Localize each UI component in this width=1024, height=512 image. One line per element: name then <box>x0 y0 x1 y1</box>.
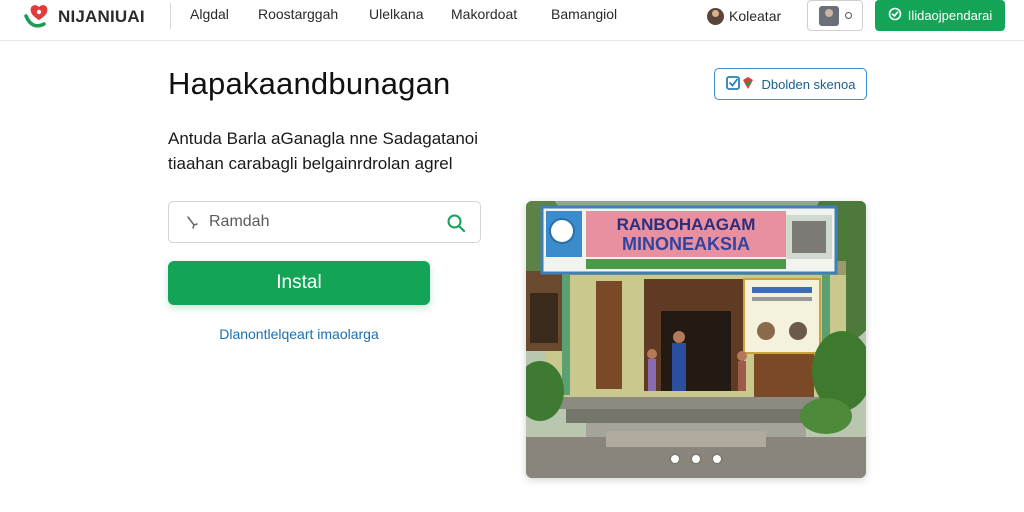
user-avatar <box>707 7 724 25</box>
nav-link-makordoat[interactable]: Makordoat <box>451 6 517 26</box>
install-button[interactable]: Instal <box>168 261 430 305</box>
brand-logo[interactable]: NIJANIUAI <box>22 4 145 30</box>
nav-link-ulelkana[interactable]: Ulelkana <box>369 6 423 26</box>
banner-line-2: MINONEAKSIA <box>622 234 750 254</box>
carousel-dot-1[interactable] <box>671 455 679 463</box>
header-cta-label: Ilidaojpendarai <box>907 8 993 23</box>
secondary-link[interactable]: Dlanontlelqeart imaolarga <box>168 326 430 342</box>
account-avatar <box>818 5 839 26</box>
hero-photo: RANBOHAAGAM MINONEAKSIA <box>526 201 866 478</box>
account-switcher-button[interactable] <box>807 0 863 31</box>
page-subtitle: Antuda Barla aGanagla nne Sadagatanoi ti… <box>168 126 508 176</box>
search-box <box>168 201 481 243</box>
search-icon[interactable] <box>446 213 466 233</box>
status-dot-icon <box>844 12 852 19</box>
banner-line-1: RANBOHAAGAM <box>617 215 756 234</box>
header-cta-button[interactable]: Ilidaojpendarai <box>875 0 1005 31</box>
page-title: Hapakaandbunagan <box>168 66 451 101</box>
verified-badge[interactable]: Dbolden skenoa <box>714 68 867 100</box>
check-shield-icon <box>725 75 756 94</box>
top-navbar: NIJANIUAI Algdal Roostarggah Ulelkana Ma… <box>0 0 1024 41</box>
badge-label: Dbolden skenoa <box>761 76 856 92</box>
carousel-indicators <box>526 455 866 463</box>
logo-icon <box>22 4 56 30</box>
tool-icon <box>183 213 201 231</box>
nav-link-algdal[interactable]: Algdal <box>190 6 229 26</box>
subtitle-line-1: Antuda Barla aGanagla nne Sadagatanoi <box>168 129 479 148</box>
search-input[interactable] <box>209 213 429 231</box>
shield-icon <box>888 7 902 24</box>
carousel-dot-3[interactable] <box>713 455 721 463</box>
header-divider <box>170 3 171 29</box>
user-menu[interactable]: Koleatar <box>707 5 781 27</box>
carousel-dot-2[interactable] <box>692 455 700 463</box>
user-name: Koleatar <box>729 8 782 24</box>
nav-link-roostarggah[interactable]: Roostarggah <box>258 6 338 26</box>
logo-text: NIJANIUAI <box>58 7 145 26</box>
subtitle-line-2: tiaahan carabagli belgainrdrolan agrel <box>168 154 453 173</box>
nav-link-bamangiol[interactable]: Bamangiol <box>551 6 617 26</box>
